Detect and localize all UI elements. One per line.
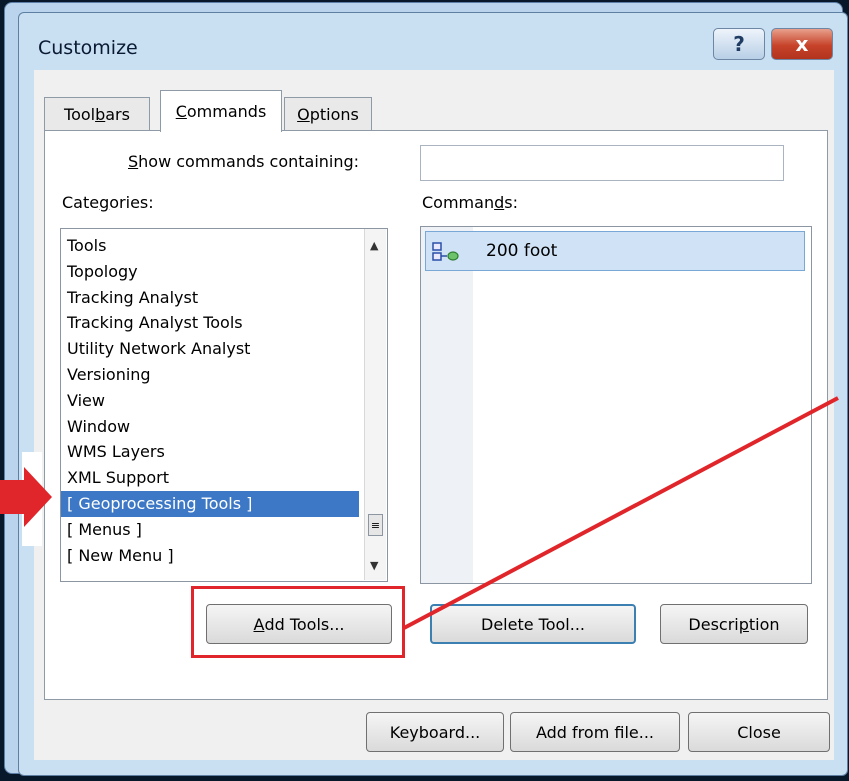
tab-commands[interactable]: Commands — [160, 90, 282, 132]
annotation-overlay — [0, 396, 839, 630]
annotation-arrow-icon — [0, 467, 52, 527]
annotation-leader-line — [403, 396, 839, 630]
